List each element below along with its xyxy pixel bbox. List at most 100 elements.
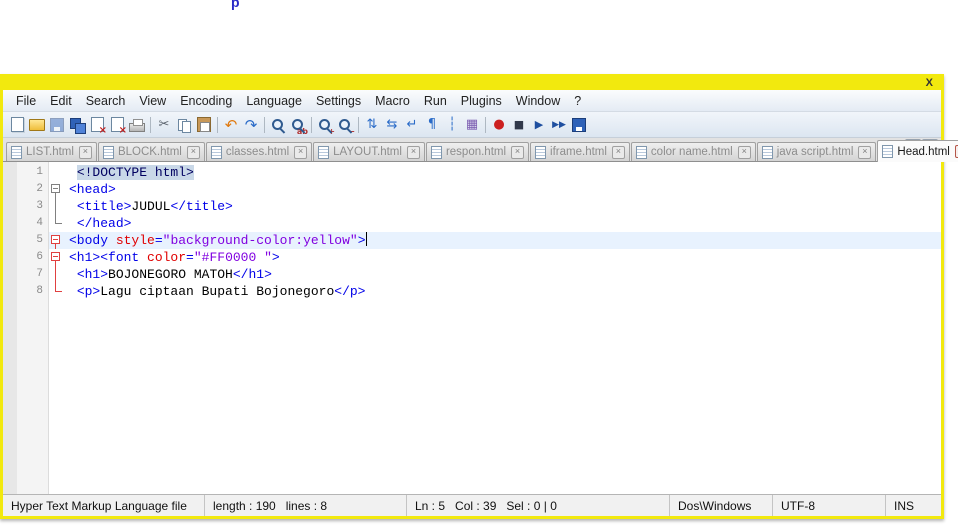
menu-settings[interactable]: Settings	[309, 92, 368, 110]
fold-marker	[49, 283, 65, 300]
menu-search[interactable]: Search	[79, 92, 133, 110]
tab-close-icon[interactable]: ×	[511, 145, 525, 159]
tab-label: java script.html	[776, 146, 854, 158]
window-close-button[interactable]: X	[926, 78, 933, 89]
menu-run[interactable]: Run	[417, 92, 454, 110]
find-icon[interactable]	[269, 116, 287, 134]
code-token: "#FF0000 "	[193, 250, 272, 265]
menu-edit[interactable]: Edit	[43, 92, 79, 110]
tab-close-icon[interactable]: ×	[406, 145, 420, 159]
close-icon[interactable]	[88, 116, 107, 136]
tab-close-icon[interactable]: ×	[737, 145, 751, 159]
tab-head-html[interactable]: Head.html×	[877, 140, 958, 162]
stop-record-icon[interactable]: ■	[510, 116, 528, 134]
status-length-lines: length : 190 lines : 8	[205, 495, 407, 516]
replace-icon[interactable]: ab	[289, 116, 308, 135]
document-icon	[102, 145, 114, 159]
line-number: 1	[36, 166, 43, 178]
tab-close-icon[interactable]: ×	[78, 145, 92, 159]
document-icon	[210, 145, 222, 159]
zoom-out-icon[interactable]: −	[336, 116, 355, 136]
run-macro-multiple-icon[interactable]: ▶▶	[550, 116, 568, 134]
code-token: <title>	[76, 199, 132, 214]
code-token: >	[271, 250, 280, 265]
print-icon[interactable]	[128, 116, 146, 134]
line-number: 7	[36, 268, 43, 280]
zoom-in-icon[interactable]: +	[316, 116, 335, 135]
undo-icon[interactable]: ↶	[222, 116, 240, 134]
code-line[interactable]: <h1><font color="#FF0000 ">	[65, 249, 941, 266]
tab-classes-html[interactable]: classes.html ×	[205, 142, 313, 161]
sync-horizontal-icon[interactable]: ⇆	[383, 116, 401, 134]
text-caret	[365, 232, 367, 246]
fold-collapse-icon[interactable]	[49, 232, 65, 249]
copy-icon[interactable]	[175, 116, 193, 134]
open-folder-icon[interactable]	[28, 116, 46, 134]
line-number: 4	[36, 217, 43, 229]
toolbar-separator	[485, 116, 486, 133]
code-line[interactable]: </head>	[65, 215, 941, 232]
tab-java-script-html[interactable]: java script.html ×	[756, 142, 877, 161]
fold-collapse-icon[interactable]	[49, 181, 65, 198]
tab-color-name-html[interactable]: color name.html ×	[630, 142, 756, 161]
code-line[interactable]: <head>	[65, 181, 941, 198]
paste-icon[interactable]	[195, 116, 213, 134]
sync-vertical-icon[interactable]: ⇅	[363, 116, 381, 134]
tab-close-icon[interactable]: ×	[858, 145, 872, 159]
menu-window[interactable]: Window	[509, 92, 567, 110]
tab-label: BLOCK.html	[117, 146, 182, 158]
menu-file[interactable]: File	[9, 92, 43, 110]
stray-mark: p	[231, 0, 240, 10]
tab-label: respon.html	[445, 146, 507, 158]
save-macro-icon[interactable]	[570, 116, 588, 134]
redo-icon[interactable]: ↷	[242, 116, 260, 134]
close-all-icon[interactable]	[108, 116, 127, 136]
code-line[interactable]: <h1>BOJONEGORO MATOH</h1>	[65, 266, 941, 283]
menu-encoding[interactable]: Encoding	[173, 92, 239, 110]
fold-margin[interactable]	[49, 162, 65, 494]
menu-macro[interactable]: Macro	[368, 92, 417, 110]
menu-plugins[interactable]: Plugins	[454, 92, 509, 110]
record-macro-icon[interactable]: ●	[490, 116, 508, 134]
save-icon[interactable]	[48, 116, 66, 134]
code-line[interactable]: <!DOCTYPE html>	[65, 164, 941, 181]
tab-iframe-html[interactable]: iframe.html ×	[530, 142, 630, 161]
code-token: <font	[100, 250, 148, 265]
user-defined-dialog-icon[interactable]: ▦	[463, 116, 481, 134]
save-all-icon[interactable]	[68, 116, 86, 134]
cut-icon[interactable]: ✂	[155, 116, 173, 134]
tab-list-html[interactable]: LIST.html ×	[6, 142, 97, 161]
tab-layout-html[interactable]: LAYOUT.html ×	[313, 142, 425, 161]
code-token: </head>	[76, 216, 132, 231]
show-all-characters-icon[interactable]: ¶	[423, 116, 441, 134]
new-file-icon[interactable]	[8, 116, 26, 134]
code-line[interactable]: <title>JUDUL</title>	[65, 198, 941, 215]
document-icon	[882, 145, 894, 158]
menu-view[interactable]: View	[132, 92, 173, 110]
menu-language[interactable]: Language	[239, 92, 309, 110]
tab-close-icon[interactable]: ×	[611, 145, 625, 159]
tab-close-icon[interactable]: ×	[294, 145, 308, 159]
code-area[interactable]: <!DOCTYPE html> <head> <title>JUDUL</titl…	[65, 162, 941, 494]
fold-collapse-icon[interactable]	[49, 249, 65, 266]
tab-label: color name.html	[650, 146, 733, 158]
toolbar-separator	[150, 116, 151, 133]
bookmark-margin[interactable]	[3, 162, 17, 494]
editor[interactable]: 1 2 3 4 5 6 7 8 <!DOCTYPE html> <head> <title>JU…	[3, 162, 941, 494]
line-number: 8	[36, 285, 43, 297]
tab-respon-html[interactable]: respon.html ×	[425, 142, 530, 161]
word-wrap-icon[interactable]: ↵	[403, 116, 421, 134]
playback-macro-icon[interactable]: ▶	[530, 116, 548, 134]
icon-sub-glyph: −	[348, 126, 355, 136]
code-line[interactable]: <p>Lagu ciptaan Bupati Bojonegoro</p>	[65, 283, 941, 300]
code-token: color	[147, 250, 187, 265]
line-number-margin[interactable]: 1 2 3 4 5 6 7 8	[17, 162, 49, 494]
menu-help[interactable]: ?	[567, 92, 588, 110]
title-bar[interactable]: X	[3, 77, 941, 90]
tab-block-html[interactable]: BLOCK.html ×	[97, 142, 205, 161]
indent-guide-icon[interactable]: ┆	[443, 116, 461, 134]
code-line[interactable]: <body style="background-color:yellow">	[65, 232, 941, 249]
tab-close-icon[interactable]: ×	[186, 145, 200, 159]
code-token: Lagu ciptaan Bupati Bojonegoro	[100, 284, 335, 299]
